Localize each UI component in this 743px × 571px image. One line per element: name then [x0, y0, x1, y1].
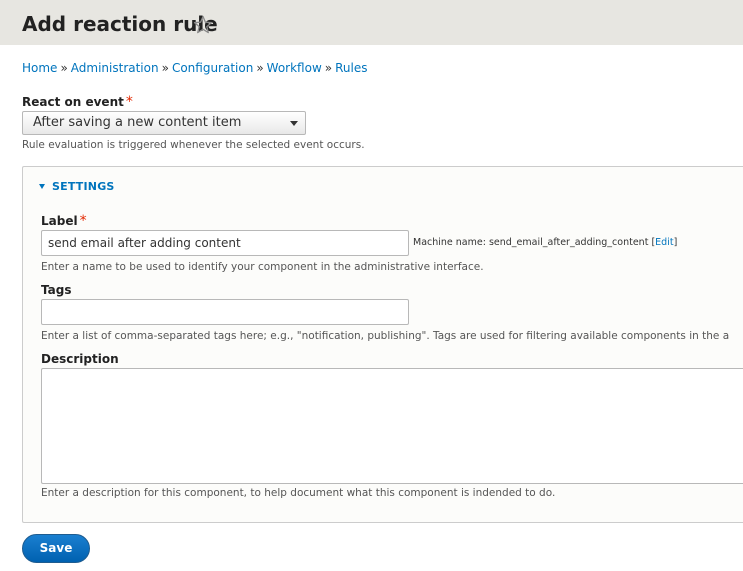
page-title: Add reaction rule — [22, 12, 218, 36]
label-field-label-text: Label — [41, 214, 78, 228]
required-marker: * — [125, 94, 133, 110]
chevron-down-icon — [290, 121, 298, 126]
label-help: Enter a name to be used to identify your… — [41, 261, 484, 273]
label-input[interactable]: send email after adding content — [41, 230, 409, 256]
react-on-event-select[interactable]: After saving a new content item — [22, 111, 306, 135]
settings-legend: SETTINGS — [52, 180, 115, 193]
tags-input[interactable] — [41, 299, 409, 325]
machine-name-edit-close: ] — [673, 237, 678, 248]
description-label: Description — [41, 352, 119, 366]
breadcrumb-administration[interactable]: Administration — [71, 61, 159, 75]
machine-name: Machine name: send_email_after_adding_co… — [413, 237, 677, 248]
react-on-event-selected: After saving a new content item — [33, 115, 242, 130]
breadcrumb-home[interactable]: Home — [22, 61, 57, 75]
label-input-value: send email after adding content — [48, 236, 241, 250]
breadcrumb-workflow[interactable]: Workflow — [267, 61, 322, 75]
event-label-text: React on event — [22, 95, 124, 109]
description-help: Enter a description for this component, … — [41, 487, 556, 499]
breadcrumb-separator: » — [161, 61, 169, 75]
star-outline-icon[interactable] — [193, 15, 213, 35]
event-label: React on event * — [22, 94, 133, 110]
machine-name-text: Machine name: send_email_after_adding_co… — [413, 237, 649, 248]
tags-label: Tags — [41, 283, 72, 297]
breadcrumb-rules[interactable]: Rules — [335, 61, 367, 75]
breadcrumb-separator: » — [256, 61, 264, 75]
required-marker: * — [79, 213, 87, 229]
description-textarea[interactable] — [41, 368, 743, 484]
triangle-down-icon — [39, 183, 45, 189]
save-button[interactable]: Save — [22, 534, 90, 563]
tags-help: Enter a list of comma-separated tags her… — [41, 330, 730, 342]
label-field-label: Label * — [41, 213, 87, 229]
event-help: Rule evaluation is triggered whenever th… — [22, 139, 365, 151]
breadcrumb: Home» Administration» Configuration» Workfl… — [22, 61, 368, 75]
breadcrumb-separator: » — [60, 61, 68, 75]
breadcrumb-configuration[interactable]: Configuration — [172, 61, 253, 75]
machine-name-edit-link[interactable]: Edit — [655, 237, 673, 248]
breadcrumb-separator: » — [324, 61, 333, 75]
page-header: Add reaction rule — [0, 0, 743, 45]
settings-toggle[interactable]: SETTINGS — [39, 180, 115, 193]
